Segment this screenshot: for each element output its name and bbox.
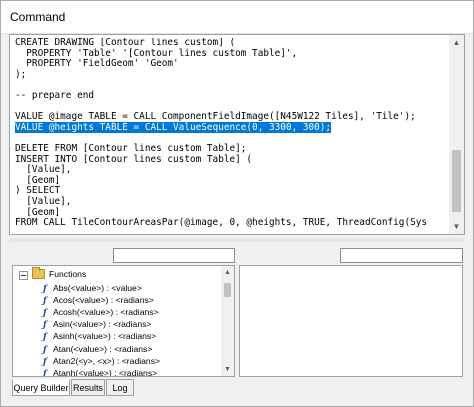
code-line[interactable]: FROM CALL TileContourAreasPar(@image, 0,…: [15, 217, 448, 229]
code-line-text: PROPERTY 'FieldGeom' 'Geom': [15, 58, 179, 70]
tree-scroll-down-arrow-icon[interactable]: ▼: [221, 363, 234, 376]
function-item[interactable]: ƒ Asin(<value>) : <radians>: [43, 318, 151, 330]
code-line[interactable]: ) SELECT: [15, 186, 448, 197]
code-line-text: DELETE FROM [Contour lines custom Table]…: [15, 142, 247, 154]
tree-vertical-scrollbar[interactable]: ▲ ▼: [221, 266, 234, 376]
code-line-text: VALUE @image TABLE = CALL ComponentField…: [15, 111, 416, 123]
function-label: Atanh(<value>) : <radians>: [53, 367, 158, 377]
code-line-text: FROM CALL TileContourAreasPar(@image, 0,…: [15, 217, 428, 229]
code-line[interactable]: [Geom]: [15, 174, 448, 187]
code-line[interactable]: INSERT INTO [Contour lines custom Table]…: [15, 153, 448, 166]
function-item[interactable]: ƒ Asinh(<value>) : <radians>: [43, 330, 156, 342]
scroll-down-arrow-icon[interactable]: ▼: [449, 219, 464, 234]
code-line-text: [Value],: [15, 164, 72, 176]
code-line-text: [Geom]: [15, 174, 61, 186]
function-filter-input[interactable]: [113, 248, 235, 263]
function-label: Atan(<value>) : <radians>: [53, 343, 153, 354]
editor-vertical-scrollbar[interactable]: ▲ ▼: [449, 35, 464, 234]
code-line-text: VALUE @heights TABLE = CALL ValueSequenc…: [15, 121, 332, 133]
function-tree[interactable]: Functions ƒ Abs(<value>) : <value> ƒ Acos(<…: [12, 265, 235, 377]
editor-scroll-thumb[interactable]: [452, 150, 461, 212]
tree-scroll-up-arrow-icon[interactable]: ▲: [221, 266, 234, 279]
scroll-up-arrow-icon[interactable]: ▲: [449, 35, 464, 50]
tab-query-builder[interactable]: Query Builder: [12, 379, 70, 396]
code-line[interactable]: [Value],: [15, 195, 448, 208]
code-line-text: ) SELECT: [15, 185, 61, 197]
tree-scroll-thumb[interactable]: [224, 283, 231, 297]
code-line-text: CREATE DRAWING [Contour lines custom] (: [15, 38, 236, 48]
function-icon: ƒ: [43, 368, 47, 377]
code-line-text: [Value],: [15, 195, 72, 207]
window-title: Command: [10, 10, 66, 24]
editor-splitter[interactable]: [9, 238, 465, 242]
tree-group-functions[interactable]: Functions: [13, 266, 223, 282]
folder-icon: [32, 267, 45, 279]
code-line-text: [Geom]: [15, 206, 61, 218]
function-item[interactable]: ƒ Atan2(<y>, <x>) : <radians>: [43, 355, 160, 367]
tab-log[interactable]: Log: [106, 379, 134, 396]
code-area[interactable]: CREATE DRAWING [Contour lines custom] ( …: [15, 38, 448, 234]
code-line-text: PROPERTY 'Table' '[Contour lines custom …: [15, 47, 298, 59]
command-window: Command CREATE DRAWING [Contour lines cu…: [0, 0, 474, 407]
code-line-text: -- prepare end: [15, 89, 95, 101]
code-line[interactable]: [Value],: [15, 164, 448, 176]
function-item[interactable]: ƒ Atan(<value>) : <radians>: [43, 343, 152, 355]
function-label: Asinh(<value>) : <radians>: [53, 331, 157, 342]
function-label: Abs(<value>) : <value>: [53, 283, 142, 293]
sql-editor[interactable]: CREATE DRAWING [Contour lines custom] ( …: [9, 34, 465, 235]
title-bar[interactable]: Command: [1, 1, 473, 34]
code-line[interactable]: -- prepare end: [15, 89, 448, 102]
function-label: Atan2(<y>, <x>) : <radians>: [53, 355, 161, 366]
function-item[interactable]: ƒ Atanh(<value>) : <radians>: [43, 367, 158, 377]
function-item[interactable]: ƒ Acos(<value>) : <radians>: [43, 294, 154, 306]
code-line[interactable]: PROPERTY 'FieldGeom' 'Geom': [15, 58, 448, 70]
function-item[interactable]: ƒ Acosh(<value>) : <radians>: [43, 306, 159, 318]
detail-panel: [239, 265, 463, 377]
collapse-icon[interactable]: [19, 271, 28, 280]
code-line[interactable]: VALUE @heights TABLE = CALL ValueSequenc…: [15, 121, 448, 134]
function-label: Acosh(<value>) : <radians>: [53, 307, 159, 318]
code-line-text: );: [15, 68, 27, 80]
group-label: Functions: [49, 269, 87, 279]
function-label: Asin(<value>) : <radians>: [53, 319, 152, 330]
function-item[interactable]: ƒ Abs(<value>) : <value>: [43, 282, 142, 294]
tab-results[interactable]: Results: [71, 379, 105, 396]
code-line-text: INSERT INTO [Contour lines custom Table]…: [15, 153, 253, 165]
code-line[interactable]: );: [15, 68, 448, 81]
function-label: Acos(<value>) : <radians>: [53, 295, 154, 306]
search-input[interactable]: [340, 248, 463, 263]
